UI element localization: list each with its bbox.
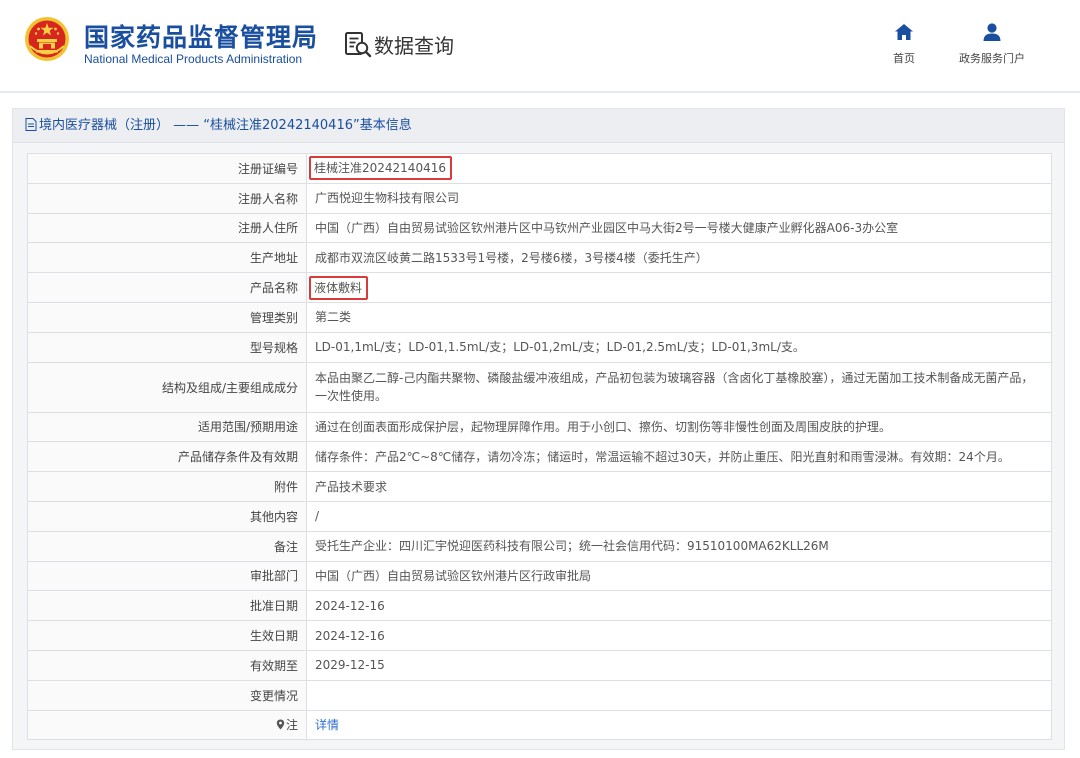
row-label: 管理类别 <box>27 301 307 333</box>
row-label: 注册证编号 <box>27 153 307 184</box>
row-label: 型号规格 <box>27 331 307 363</box>
home-icon <box>895 24 913 40</box>
row-label: 注册人住所 <box>27 212 307 244</box>
row-label: 附件 <box>27 471 307 502</box>
row-value: LD-01,1mL/支；LD-01,1.5mL/支；LD-01,2mL/支；LD… <box>306 331 1052 363</box>
row-label: 产品名称 <box>27 272 307 303</box>
registration-info-table: 注册证编号 桂械注准20242140416 注册人名称 广西悦迎生物科技有限公司… <box>27 153 1052 741</box>
table-row: 变更情况 <box>27 679 1052 711</box>
table-row: 适用范围/预期用途 通过在创面表面形成保护层，起物理屏障作用。用于小创口、擦伤、… <box>27 411 1052 443</box>
section-title: 数据查询 <box>374 34 454 58</box>
row-label: 注 <box>27 709 307 741</box>
table-row: 有效期至 2029-12-15 <box>27 649 1052 681</box>
national-emblem-icon <box>25 17 69 61</box>
table-row: 结构及组成/主要组成成分 本品由聚乙二醇-己内酯共聚物、磷酸盐缓冲液组成，产品初… <box>27 361 1052 413</box>
table-row: 产品名称 液体敷料 <box>27 272 1052 303</box>
row-label: 结构及组成/主要组成成分 <box>27 361 307 413</box>
row-label: 批准日期 <box>27 590 307 622</box>
table-row: 产品储存条件及有效期 储存条件：产品2℃~8℃储存，请勿冷冻；储运时，常温运输不… <box>27 441 1052 473</box>
nav-home-label: 首页 <box>893 52 915 65</box>
table-row: 生效日期 2024-12-16 <box>27 620 1052 651</box>
row-value: / <box>306 500 1052 532</box>
table-row: 批准日期 2024-12-16 <box>27 590 1052 622</box>
record-panel: 境内医疗器械（注册） —— “桂械注准20242140416”基本信息 注册证编… <box>12 108 1065 750</box>
row-value: 第二类 <box>306 301 1052 333</box>
table-row: 注册人名称 广西悦迎生物科技有限公司 <box>27 182 1052 214</box>
row-value: 2024-12-16 <box>306 620 1052 651</box>
highlight-box: 液体敷料 <box>309 275 369 300</box>
site-header: 国家药品监督管理局 National Medical Products Admi… <box>0 0 1080 93</box>
user-icon <box>983 23 1001 41</box>
registration-number-value: 桂械注准20242140416 <box>314 161 446 176</box>
table-row: 备注 受托生产企业：四川汇宇悦迎医药科技有限公司；统一社会信用代码：915101… <box>27 530 1052 562</box>
row-value: 详情 <box>306 709 1052 741</box>
row-label: 生效日期 <box>27 620 307 651</box>
row-value: 通过在创面表面形成保护层，起物理屏障作用。用于小创口、擦伤、切割伤等非慢性创面及… <box>306 411 1052 443</box>
nav-service-portal-label: 政务服务门户 <box>959 52 1025 65</box>
table-row: 型号规格 LD-01,1mL/支；LD-01,1.5mL/支；LD-01,2mL… <box>27 331 1052 363</box>
row-label: 变更情况 <box>27 679 307 711</box>
table-row: 注册证编号 桂械注准20242140416 <box>27 153 1052 184</box>
row-value: 中国（广西）自由贸易试验区钦州港片区中马钦州产业园区中马大街2号一号楼大健康产业… <box>306 212 1052 244</box>
row-label: 产品储存条件及有效期 <box>27 441 307 473</box>
document-icon <box>25 118 37 131</box>
table-row: 审批部门 中国（广西）自由贸易试验区钦州港片区行政审批局 <box>27 560 1052 592</box>
org-name-en: National Medical Products Administration <box>84 52 303 66</box>
row-value: 中国（广西）自由贸易试验区钦州港片区行政审批局 <box>306 560 1052 592</box>
table-row: 生产地址 成都市双流区岐黄二路1533号1号楼，2号楼6楼，3号楼4楼（委托生产… <box>27 242 1052 274</box>
details-link[interactable]: 详情 <box>315 718 339 732</box>
row-value: 产品技术要求 <box>306 471 1052 502</box>
header-divider <box>0 91 1080 93</box>
nav-home-button[interactable]: 首页 <box>864 22 944 66</box>
row-label: 有效期至 <box>27 649 307 681</box>
row-label: 适用范围/预期用途 <box>27 411 307 443</box>
nav-service-portal-button[interactable]: 政务服务门户 <box>952 22 1032 66</box>
row-label: 其他内容 <box>27 500 307 532</box>
row-value: 2024-12-16 <box>306 590 1052 622</box>
row-value: 2029-12-15 <box>306 649 1052 681</box>
note-label: 注 <box>285 718 298 733</box>
table-row: 其他内容 / <box>27 500 1052 532</box>
row-value: 本品由聚乙二醇-己内酯共聚物、磷酸盐缓冲液组成，产品初包装为玻璃容器（含卤化丁基… <box>306 361 1052 413</box>
row-label: 备注 <box>27 530 307 562</box>
row-label: 生产地址 <box>27 242 307 274</box>
row-value: 液体敷料 <box>306 272 1052 303</box>
data-query-icon <box>345 32 372 58</box>
table-row: 管理类别 第二类 <box>27 301 1052 333</box>
table-row: 附件 产品技术要求 <box>27 471 1052 502</box>
row-value: 广西悦迎生物科技有限公司 <box>306 182 1052 214</box>
row-value: 桂械注准20242140416 <box>306 153 1052 184</box>
row-label: 审批部门 <box>27 560 307 592</box>
row-label: 注册人名称 <box>27 182 307 214</box>
highlight-box: 桂械注准20242140416 <box>309 156 452 181</box>
table-row: 注册人住所 中国（广西）自由贸易试验区钦州港片区中马钦州产业园区中马大街2号一号… <box>27 212 1052 244</box>
row-value: 成都市双流区岐黄二路1533号1号楼，2号楼6楼，3号楼4楼（委托生产） <box>306 242 1052 274</box>
panel-title-text: 境内医疗器械（注册） —— “桂械注准20242140416”基本信息 <box>39 118 412 133</box>
row-value: 受托生产企业：四川汇宇悦迎医药科技有限公司；统一社会信用代码：91510100M… <box>306 530 1052 562</box>
row-value <box>306 679 1052 711</box>
row-value: 储存条件：产品2℃~8℃储存，请勿冷冻；储运时，常温运输不超过30天，并防止重压… <box>306 441 1052 473</box>
panel-title: 境内医疗器械（注册） —— “桂械注准20242140416”基本信息 <box>13 109 1064 143</box>
product-name-value: 液体敷料 <box>314 280 363 295</box>
pin-icon <box>276 719 285 730</box>
org-name-cn: 国家药品监督管理局 <box>84 23 319 52</box>
table-row: 注 详情 <box>27 709 1052 741</box>
